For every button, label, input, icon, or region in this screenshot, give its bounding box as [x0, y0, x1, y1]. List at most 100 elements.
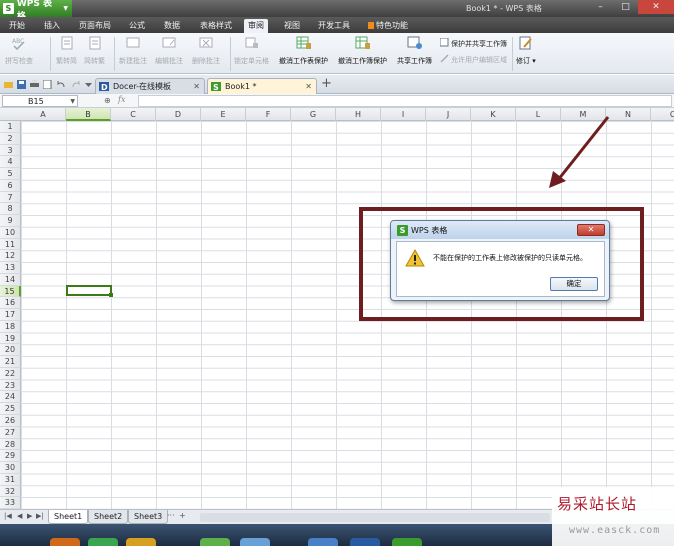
unprotect-book-button[interactable]: 撤消工作簿保护 [338, 36, 387, 66]
menu-tab-view[interactable]: 视图 [280, 19, 304, 33]
undo-icon[interactable] [57, 80, 66, 89]
row-header-30[interactable]: 30 [0, 462, 21, 474]
column-header-n[interactable]: N [606, 108, 651, 121]
row-header-8[interactable]: 8 [0, 203, 21, 216]
menu-tab-table-style[interactable]: 表格样式 [196, 19, 236, 33]
customize-dropdown-icon[interactable] [84, 80, 93, 89]
taskbar-app-icon[interactable] [350, 538, 380, 546]
redo-icon[interactable] [71, 80, 80, 89]
prev-sheet-icon[interactable]: ◀ [17, 512, 22, 520]
column-header-j[interactable]: J [426, 108, 471, 121]
share-book-button[interactable]: 共享工作簿 [397, 36, 432, 66]
active-cell-b15[interactable] [66, 285, 113, 297]
formula-input[interactable] [138, 95, 672, 107]
edit-comment-button[interactable]: 编辑批注 [155, 36, 183, 66]
sheet-tab-sheet3[interactable]: Sheet3 [128, 510, 169, 524]
row-header-4[interactable]: 4 [0, 156, 21, 169]
row-header-15[interactable]: 15 [0, 285, 21, 298]
delete-comment-button[interactable]: 删除批注 [192, 36, 220, 66]
row-header-31[interactable]: 31 [0, 473, 21, 486]
column-header-k[interactable]: K [471, 108, 516, 121]
doc-tab-book1[interactable]: S Book1 * ✕ [207, 78, 317, 94]
doc-tab-docer[interactable]: D Docer-在线模板 ✕ [95, 78, 205, 94]
trad-to-simp-button[interactable]: 繁转简 [56, 36, 77, 66]
next-sheet-icon[interactable]: ▶ [27, 512, 32, 520]
sheet-tab-sheet2[interactable]: Sheet2 [88, 510, 129, 524]
open-folder-icon[interactable] [4, 80, 13, 89]
row-header-9[interactable]: 9 [0, 215, 21, 227]
caret-down-icon[interactable]: ▼ [70, 96, 75, 107]
first-sheet-icon[interactable]: |◀ [4, 512, 12, 520]
minimize-icon[interactable]: – [588, 0, 613, 14]
protect-share-button[interactable]: 保护并共享工作簿 [439, 37, 507, 49]
new-comment-button[interactable]: 新建批注 [119, 36, 147, 66]
ok-button[interactable]: 确定 [550, 277, 598, 291]
menu-tab-insert[interactable]: 插入 [40, 19, 64, 33]
close-window-icon[interactable]: ✕ [638, 0, 674, 14]
app-menu-button[interactable]: S WPS 表格 ▼ [0, 0, 72, 22]
row-header-27[interactable]: 27 [0, 426, 21, 439]
sheet-tab-sheet1[interactable]: Sheet1 [48, 510, 89, 524]
new-tab-button[interactable]: + [321, 76, 332, 92]
row-header-26[interactable]: 26 [0, 415, 21, 427]
column-header-i[interactable]: I [381, 108, 426, 121]
zoom-icon[interactable]: ⊕ [104, 96, 111, 105]
horizontal-scrollbar[interactable] [200, 513, 550, 522]
row-header-11[interactable]: 11 [0, 238, 21, 251]
column-header-h[interactable]: H [336, 108, 381, 121]
simp-to-trad-button[interactable]: 简转繁 [84, 36, 105, 66]
row-header-18[interactable]: 18 [0, 320, 21, 333]
taskbar-app-icon[interactable] [50, 538, 80, 546]
row-header-6[interactable]: 6 [0, 179, 21, 192]
allow-edit-ranges-button[interactable]: 允许用户编辑区域 [440, 54, 507, 65]
name-box[interactable]: B15 ▼ [2, 95, 78, 107]
column-header-o[interactable]: O [651, 108, 674, 121]
row-header-33[interactable]: 33 [0, 497, 21, 510]
column-header-f[interactable]: F [246, 108, 291, 121]
row-header-5[interactable]: 5 [0, 168, 21, 180]
taskbar-app-icon[interactable] [88, 538, 118, 546]
print-icon[interactable] [30, 80, 39, 89]
save-icon[interactable] [17, 80, 26, 89]
row-header-16[interactable]: 16 [0, 297, 21, 310]
row-header-2[interactable]: 2 [0, 132, 21, 145]
more-sheets-button[interactable]: ··· [167, 511, 175, 520]
row-header-20[interactable]: 20 [0, 344, 21, 357]
taskbar-app-icon[interactable] [126, 538, 156, 546]
menu-tab-data[interactable]: 数据 [160, 19, 184, 33]
taskbar-app-icon[interactable] [200, 538, 230, 546]
row-header-24[interactable]: 24 [0, 391, 21, 404]
row-header-28[interactable]: 28 [0, 438, 21, 451]
spell-check-button[interactable]: ABC 拼写检查 [5, 36, 33, 66]
column-header-l[interactable]: L [516, 108, 561, 121]
column-header-g[interactable]: G [291, 108, 336, 121]
row-header-23[interactable]: 23 [0, 379, 21, 392]
column-header-d[interactable]: D [156, 108, 201, 121]
menu-tab-developer[interactable]: 开发工具 [314, 19, 354, 33]
menu-tab-review[interactable]: 审阅 [244, 19, 268, 33]
taskbar-app-icon[interactable] [308, 538, 338, 546]
row-header-32[interactable]: 32 [0, 485, 21, 498]
row-header-19[interactable]: 19 [0, 332, 21, 345]
menu-tab-home[interactable]: 开始 [5, 19, 29, 33]
close-tab-icon[interactable]: ✕ [305, 79, 312, 94]
menu-tab-page-layout[interactable]: 页面布局 [75, 19, 115, 33]
menu-tab-formulas[interactable]: 公式 [125, 19, 149, 33]
row-header-13[interactable]: 13 [0, 262, 21, 274]
dialog-close-button[interactable]: ✕ [577, 224, 605, 236]
row-header-25[interactable]: 25 [0, 403, 21, 415]
row-header-17[interactable]: 17 [0, 309, 21, 321]
column-header-a[interactable]: A [21, 108, 66, 121]
lock-cell-button[interactable]: 锁定单元格 [234, 36, 269, 66]
row-header-10[interactable]: 10 [0, 226, 21, 239]
row-header-22[interactable]: 22 [0, 367, 21, 380]
row-header-12[interactable]: 12 [0, 250, 21, 263]
unprotect-sheet-button[interactable]: 撤消工作表保护 [279, 36, 328, 66]
last-sheet-icon[interactable]: ▶| [36, 512, 44, 520]
row-header-7[interactable]: 7 [0, 191, 21, 204]
taskbar-app-icon[interactable] [240, 538, 270, 546]
column-header-c[interactable]: C [111, 108, 156, 121]
row-header-3[interactable]: 3 [0, 144, 21, 157]
taskbar-wps-icon[interactable] [392, 538, 422, 546]
row-header-29[interactable]: 29 [0, 450, 21, 463]
